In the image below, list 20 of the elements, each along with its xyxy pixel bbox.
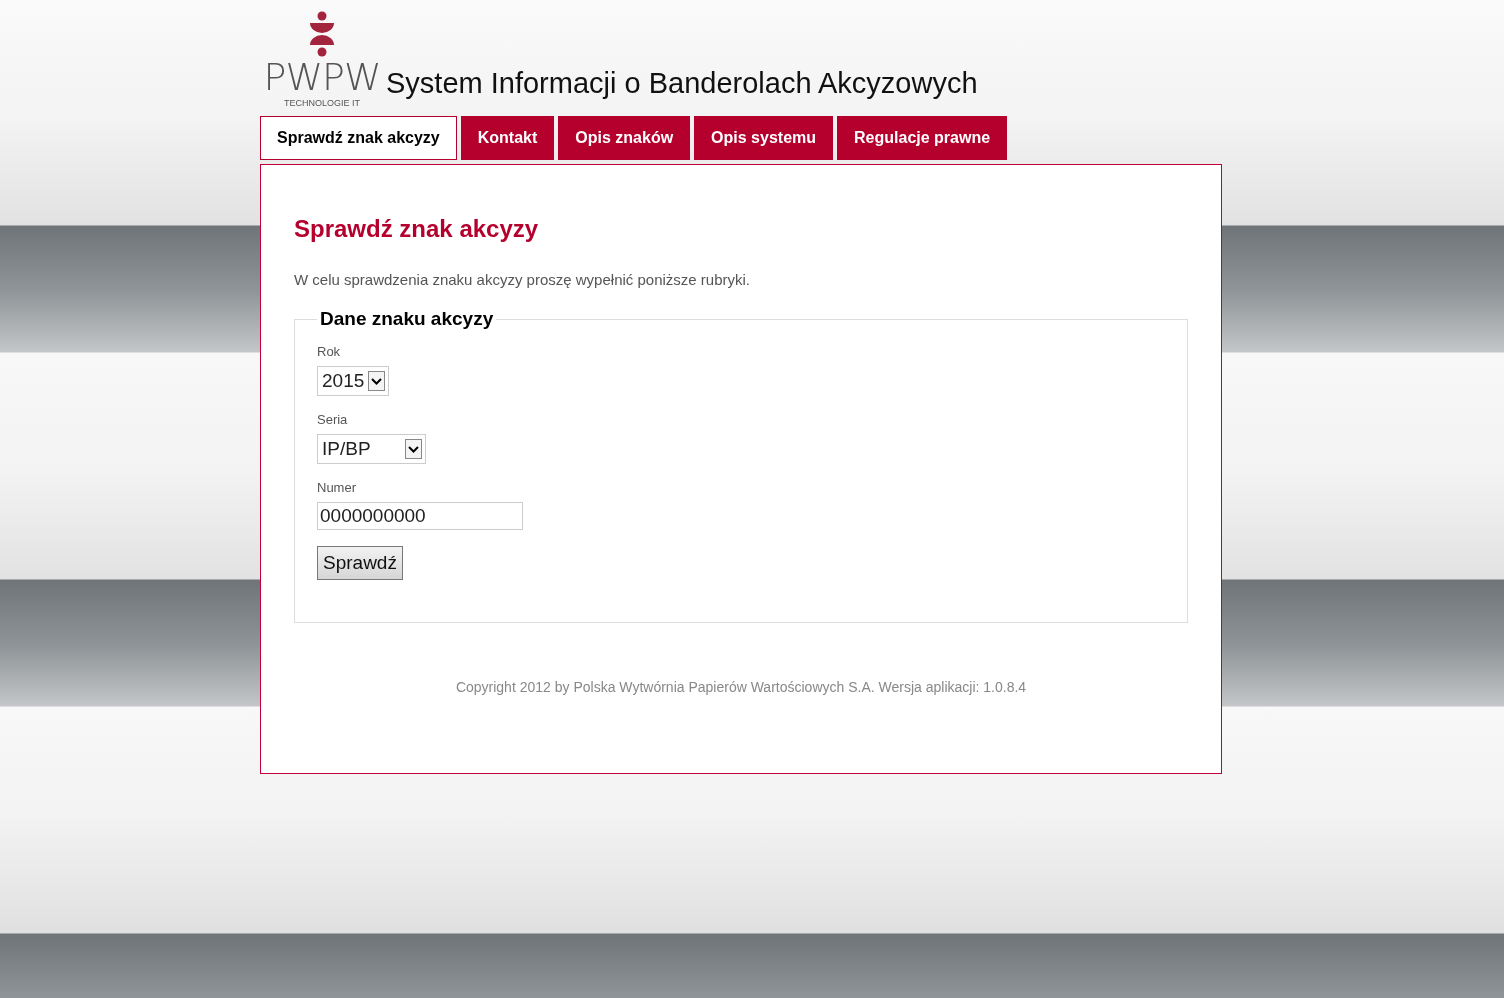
check-button[interactable]: Sprawdź	[317, 546, 403, 580]
field-label: Seria	[317, 412, 348, 427]
logo-text: PWPW	[263, 57, 381, 97]
page-heading: Sprawdź znak akcyzy	[294, 215, 540, 243]
field-label: Numer	[317, 480, 356, 495]
nav-tab[interactable]: Kontakt	[460, 116, 555, 160]
nav-tab[interactable]: Sprawdź znak akcyzy	[260, 116, 457, 160]
nav-tab[interactable]: Regulacje prawne	[837, 116, 1008, 160]
nav-tab[interactable]: Opis systemu	[694, 116, 834, 160]
logo-mark-icon	[310, 11, 334, 57]
select-field[interactable]: IP/BP	[317, 434, 426, 464]
select-field[interactable]: 2015	[317, 366, 389, 396]
intro-text: W celu sprawdzenia znaku akcyzy proszę wypełnić poniższe rubryki.	[294, 271, 752, 288]
field-label: Rok	[317, 344, 341, 359]
copyright-text: Copyright 2012 by Polska Wytwórnia Papierów Wartościowych S.A. Wersja aplikacji: 1.0.8.4	[454, 679, 1028, 695]
nav-tab[interactable]: Opis znaków	[558, 116, 691, 160]
fieldset-legend: Dane znaku akcyzy	[317, 308, 497, 330]
site-title: System Informacji o Banderolach Akcyzowych	[386, 67, 978, 100]
number-input[interactable]: 0000000000	[317, 502, 523, 530]
logo-tagline: TECHNOLOGIE IT	[284, 98, 360, 108]
